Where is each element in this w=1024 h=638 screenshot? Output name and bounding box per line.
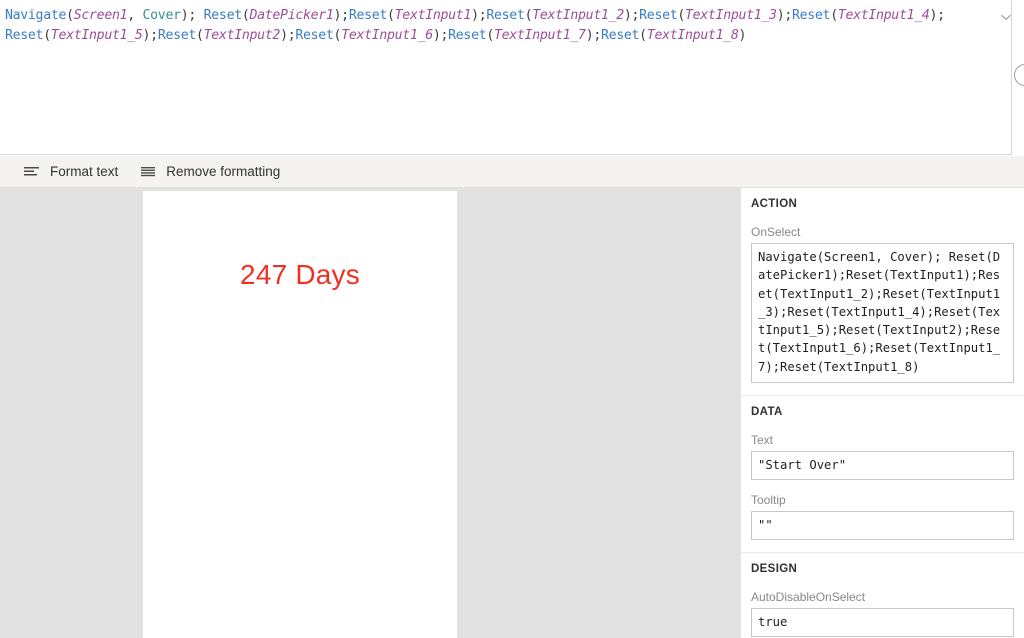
format-text-button[interactable]: Format text	[12, 157, 128, 187]
formula-token-35: Reset	[295, 28, 333, 43]
formula-token-11: (	[387, 8, 395, 23]
formula-token-42: );	[586, 28, 601, 43]
formula-token-39: Reset	[448, 28, 486, 43]
days-count-label: 247 Days	[143, 259, 457, 291]
formula-token-41: TextInput1_7	[494, 28, 586, 43]
formula-token-30: );	[143, 28, 158, 43]
formula-token-27: Reset	[5, 28, 43, 43]
formula-token-9: );	[334, 8, 349, 23]
property-input-tooltip[interactable]: ""	[751, 511, 1014, 540]
formula-token-19: (	[677, 8, 685, 23]
remove-formatting-icon	[138, 164, 158, 180]
property-label-text: Text	[751, 433, 1014, 447]
formula-token-44: (	[639, 28, 647, 43]
formula-token-6: Reset	[204, 8, 242, 23]
formula-token-43: Reset	[601, 28, 639, 43]
remove-formatting-button[interactable]: Remove formatting	[128, 157, 290, 187]
section-heading: DESIGN	[751, 553, 1014, 577]
formula-token-16: TextInput1_2	[532, 8, 624, 23]
formula-expression-text[interactable]: Navigate(Screen1, Cover); Reset(DatePick…	[5, 6, 995, 46]
formula-token-21: );	[777, 8, 792, 23]
formula-token-2: Screen1	[74, 8, 127, 23]
remove-formatting-label: Remove formatting	[166, 164, 280, 179]
canvas-workspace[interactable]: 247 Days Start Over	[0, 188, 740, 638]
formula-token-23: (	[830, 8, 838, 23]
formula-token-22: Reset	[792, 8, 830, 23]
formula-token-24: TextInput1_4	[838, 8, 930, 23]
powerapps-studio-editor: Navigate(Screen1, Cover); Reset(DatePick…	[0, 0, 1024, 638]
formula-bar-region: Navigate(Screen1, Cover); Reset(DatePick…	[0, 0, 1024, 158]
formula-token-28: (	[43, 28, 51, 43]
property-label-onselect: OnSelect	[751, 225, 1014, 239]
formula-token-45: TextInput1_8	[647, 28, 739, 43]
formula-token-4: Cover	[143, 8, 181, 23]
format-toolbar: Format text Remove formatting	[0, 156, 1024, 188]
property-section-design: DESIGN AutoDisableOnSelect true	[741, 553, 1024, 637]
property-label-autodisableonselect: AutoDisableOnSelect	[751, 590, 1014, 604]
formula-token-33: TextInput2	[204, 28, 280, 43]
formula-token-10: Reset	[349, 8, 387, 23]
formula-token-31: Reset	[158, 28, 196, 43]
formula-token-38: );	[433, 28, 448, 43]
formula-token-34: );	[280, 28, 295, 43]
formula-token-20: TextInput1_3	[685, 8, 777, 23]
property-label-tooltip: Tooltip	[751, 493, 1014, 507]
chevron-down-icon[interactable]	[999, 10, 1013, 24]
formula-token-46: )	[739, 28, 747, 43]
formula-input-box[interactable]: Navigate(Screen1, Cover); Reset(DatePick…	[0, 0, 1012, 155]
formula-token-37: TextInput1_6	[341, 28, 433, 43]
formula-token-18: Reset	[639, 8, 677, 23]
property-section-action: ACTION OnSelect Navigate(Screen1, Cover); …	[741, 188, 1024, 383]
format-text-label: Format text	[50, 164, 118, 179]
property-input-autodisableonselect[interactable]: true	[751, 608, 1014, 637]
formula-token-40: (	[486, 28, 494, 43]
formula-token-25: );	[930, 8, 945, 23]
property-input-onselect[interactable]: Navigate(Screen1, Cover); Reset(DatePick…	[751, 243, 1014, 383]
formula-token-5: );	[181, 8, 204, 23]
formula-token-13: );	[471, 8, 486, 23]
formula-token-1: (	[66, 8, 74, 23]
formula-token-14: Reset	[486, 8, 524, 23]
formula-token-7: (	[242, 8, 250, 23]
properties-panel: ACTION OnSelect Navigate(Screen1, Cover); …	[740, 188, 1024, 638]
format-text-icon	[22, 164, 42, 180]
partial-circle-icon[interactable]	[1014, 64, 1024, 86]
section-heading: DATA	[751, 396, 1014, 420]
property-section-data: DATA Text "Start Over" Tooltip ""	[741, 396, 1024, 540]
formula-token-0: Navigate	[5, 8, 66, 23]
app-screen-canvas[interactable]: 247 Days	[143, 191, 457, 638]
formula-token-17: );	[624, 8, 639, 23]
formula-token-8: DatePicker1	[250, 8, 334, 23]
formula-token-29: TextInput1_5	[51, 28, 143, 43]
formula-token-3: ,	[127, 8, 142, 23]
property-input-text[interactable]: "Start Over"	[751, 451, 1014, 480]
formula-token-32: (	[196, 28, 204, 43]
formula-token-12: TextInput1	[395, 8, 471, 23]
section-heading: ACTION	[751, 188, 1014, 212]
